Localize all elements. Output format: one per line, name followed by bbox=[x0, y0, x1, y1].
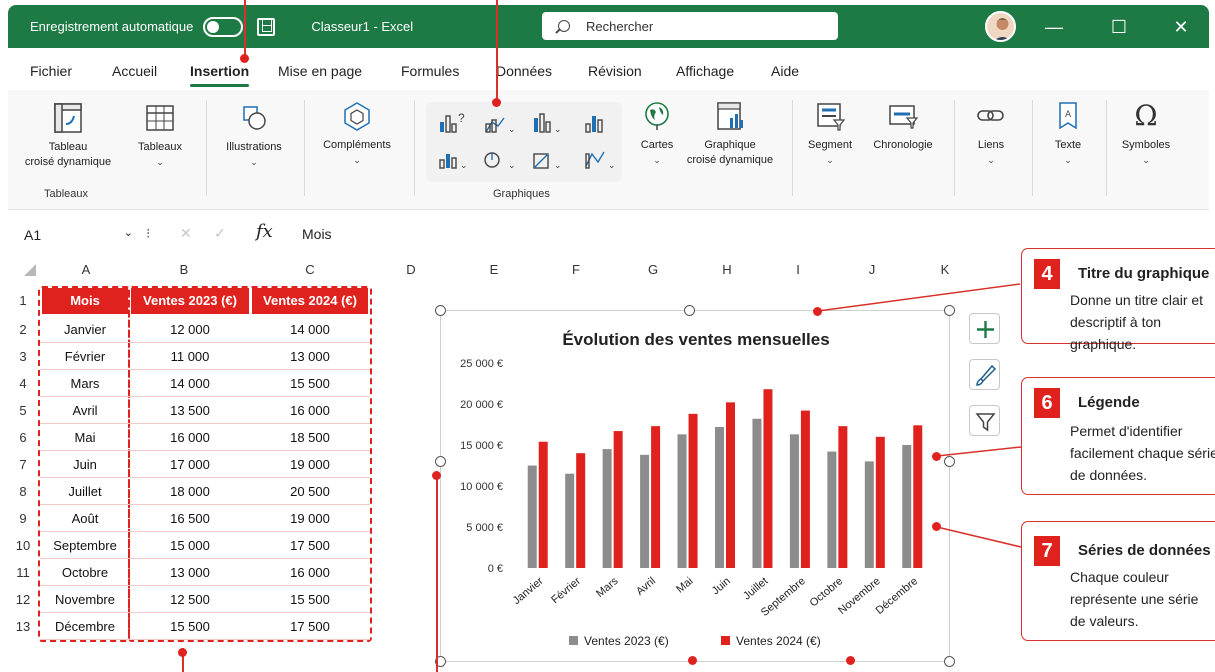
callout-line: descriptif à ton graphique. bbox=[1070, 314, 1162, 352]
annotation-dot bbox=[813, 307, 822, 316]
callout-number: 4 bbox=[1034, 259, 1060, 289]
callout-title: Légende bbox=[1078, 394, 1140, 411]
callout-chart-title: 4 Titre du graphique Donne un titre clai… bbox=[1021, 248, 1215, 352]
callout-line: Permet d'identifier bbox=[1070, 423, 1183, 439]
callout-title: Titre du graphique bbox=[1078, 265, 1210, 282]
callout-title: Séries de données bbox=[1078, 542, 1211, 559]
callout-number: 7 bbox=[1034, 536, 1060, 566]
callout-line: facilement chaque série bbox=[1070, 445, 1215, 461]
callout-number: 6 bbox=[1034, 388, 1060, 418]
callout-description: Permet d'identifier facilement chaque sér… bbox=[1070, 420, 1215, 486]
callout-description: Donne un titre clair et descriptif à ton … bbox=[1070, 289, 1215, 355]
callout-line: de valeurs. bbox=[1070, 613, 1139, 629]
callout-line: de données. bbox=[1070, 467, 1148, 483]
callout-line: Chaque couleur bbox=[1070, 569, 1169, 585]
annotation-dot bbox=[932, 522, 941, 531]
callout-line: Donne un titre clair et bbox=[1070, 292, 1204, 308]
callout-data-series: 7 Séries de données Chaque couleur représ… bbox=[1021, 521, 1215, 641]
callout-line: représente une série bbox=[1070, 591, 1199, 607]
callout-description: Chaque couleur représente une série de val… bbox=[1070, 566, 1215, 632]
callout-legend: 6 Légende Permet d'identifier facilement … bbox=[1021, 377, 1215, 495]
annotation-dot bbox=[932, 452, 941, 461]
